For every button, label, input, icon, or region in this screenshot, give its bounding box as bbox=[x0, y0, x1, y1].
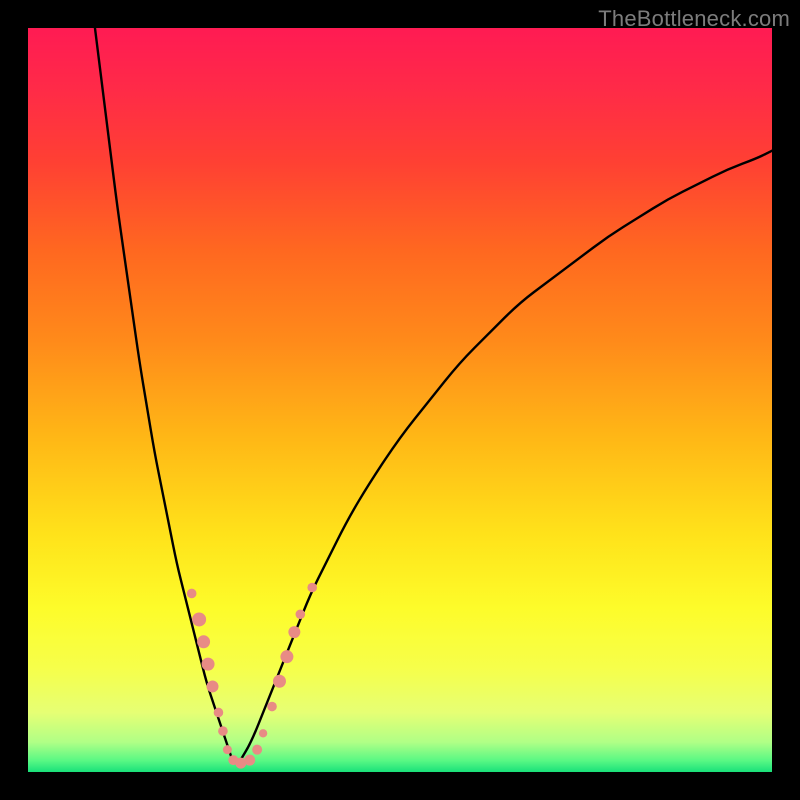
marker-dot bbox=[192, 612, 206, 626]
marker-dot bbox=[197, 635, 210, 648]
marker-dot bbox=[273, 675, 286, 688]
marker-dot bbox=[288, 626, 300, 638]
watermark-text: TheBottleneck.com bbox=[598, 6, 790, 32]
marker-dot bbox=[296, 609, 306, 619]
chart-frame bbox=[28, 28, 772, 772]
marker-dot bbox=[187, 589, 197, 599]
marker-dot bbox=[244, 755, 255, 766]
marker-dot bbox=[259, 729, 267, 737]
marker-dot bbox=[280, 650, 293, 663]
chart-svg bbox=[28, 28, 772, 772]
marker-dot bbox=[223, 745, 232, 754]
marker-dot bbox=[218, 726, 228, 736]
marker-dot bbox=[214, 708, 224, 718]
marker-dot bbox=[267, 702, 277, 712]
marker-dot bbox=[202, 658, 215, 671]
marker-dot bbox=[252, 745, 262, 755]
marker-dot bbox=[207, 680, 219, 692]
chart-background bbox=[28, 28, 772, 772]
marker-dot bbox=[307, 583, 317, 593]
